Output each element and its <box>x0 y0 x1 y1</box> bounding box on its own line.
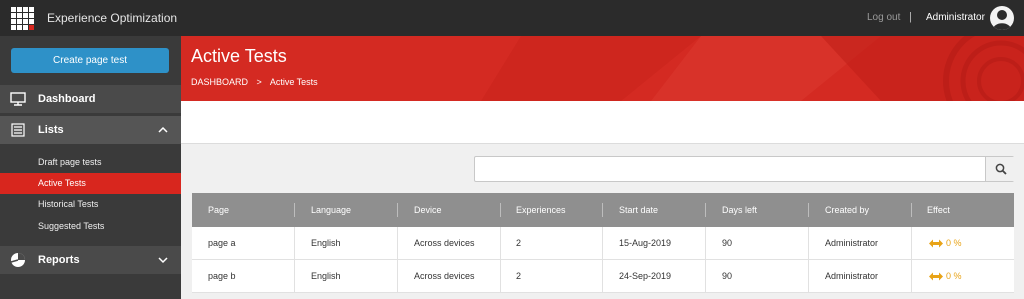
sidebar-item-historical-tests[interactable]: Historical Tests <box>0 194 181 215</box>
cell-divider <box>500 227 501 260</box>
chevron-down-icon[interactable] <box>158 255 168 265</box>
sidebar-item-draft-page-tests[interactable]: Draft page tests <box>0 152 181 173</box>
effect-value: 0 % <box>946 238 962 248</box>
cell-divider <box>500 260 501 293</box>
create-page-test-button[interactable]: Create page test <box>11 48 169 73</box>
reports-icon <box>10 253 25 267</box>
column-divider <box>911 203 912 217</box>
search-input[interactable] <box>475 157 985 181</box>
sidebar-item-lists[interactable]: Lists <box>0 116 181 144</box>
search-button[interactable] <box>985 157 1014 181</box>
column-header-effect[interactable]: Effect <box>927 193 950 227</box>
cell-divider <box>911 260 912 293</box>
table-row[interactable]: page b English Across devices 2 24-Sep-2… <box>192 260 1014 293</box>
page-title: Active Tests <box>191 46 287 66</box>
cell-divider <box>705 260 706 293</box>
cell-device: Across devices <box>414 238 475 248</box>
chevron-up-icon[interactable] <box>158 125 168 135</box>
cell-page[interactable]: page a <box>208 227 236 260</box>
sidebar-item-reports[interactable]: Reports <box>0 246 181 274</box>
dashboard-icon <box>10 92 26 106</box>
app-title: Experience Optimization <box>47 11 178 25</box>
column-header-page[interactable]: Page <box>208 193 229 227</box>
cell-created-by: Administrator <box>825 271 879 281</box>
banner-background-graphic <box>481 36 1024 101</box>
column-divider <box>500 203 501 217</box>
toolbar-area <box>181 101 1024 144</box>
topbar-separator: | <box>909 11 912 23</box>
column-divider <box>397 203 398 217</box>
cell-days-left: 90 <box>722 238 733 248</box>
effect-value: 0 % <box>946 271 962 281</box>
cell-divider <box>294 260 295 293</box>
breadcrumb-dashboard-link[interactable]: DASHBOARD <box>191 77 248 87</box>
cell-divider <box>397 227 398 260</box>
sidebar-item-dashboard[interactable]: Dashboard <box>0 85 181 113</box>
cell-experiences: 2 <box>516 271 522 281</box>
column-header-days-left[interactable]: Days left <box>722 193 757 227</box>
effect-neutral-arrows-icon <box>929 272 943 281</box>
cell-divider <box>808 227 809 260</box>
sidebar-item-suggested-tests[interactable]: Suggested Tests <box>0 216 181 237</box>
sidebar-item-label: Reports <box>38 254 80 266</box>
app-logo-icon[interactable] <box>11 7 34 30</box>
list-icon <box>11 123 25 137</box>
column-divider <box>808 203 809 217</box>
cell-language: English <box>311 271 341 281</box>
sidebar-item-active-tests[interactable]: Active Tests <box>0 173 181 194</box>
search-box <box>474 156 1014 182</box>
user-name[interactable]: Administrator <box>926 12 985 23</box>
breadcrumb-current: Active Tests <box>269 77 318 87</box>
cell-experiences: 2 <box>516 238 522 248</box>
cell-start-date: 24-Sep-2019 <box>619 271 672 281</box>
cell-language: English <box>311 238 341 248</box>
cell-page[interactable]: page b <box>208 260 236 293</box>
column-header-experiences[interactable]: Experiences <box>516 193 566 227</box>
cell-divider <box>294 227 295 260</box>
column-header-language[interactable]: Language <box>311 193 351 227</box>
cell-divider <box>397 260 398 293</box>
column-header-device[interactable]: Device <box>414 193 442 227</box>
table-row[interactable]: page a English Across devices 2 15-Aug-2… <box>192 227 1014 260</box>
sidebar: Create page test Dashboard Lists Draft p… <box>0 36 181 299</box>
cell-divider <box>705 227 706 260</box>
logout-link[interactable]: Log out <box>867 12 900 23</box>
sidebar-item-label: Dashboard <box>38 93 96 105</box>
cell-divider <box>602 227 603 260</box>
cell-divider <box>911 227 912 260</box>
cell-effect: 0 % <box>929 227 962 260</box>
sidebar-item-label: Lists <box>38 124 64 136</box>
search-icon <box>995 163 1007 175</box>
table-header: Page Language Device Experiences Start d… <box>192 193 1014 227</box>
cell-days-left: 90 <box>722 271 733 281</box>
breadcrumb-separator: > <box>256 77 262 87</box>
column-divider <box>294 203 295 217</box>
column-divider <box>602 203 603 217</box>
page-header-banner: Active Tests DASHBOARD > Active Tests <box>181 36 1024 101</box>
column-divider <box>705 203 706 217</box>
cell-divider <box>808 260 809 293</box>
column-header-start-date[interactable]: Start date <box>619 193 658 227</box>
cell-device: Across devices <box>414 271 475 281</box>
cell-effect: 0 % <box>929 260 962 293</box>
top-bar: Experience Optimization Log out | Admini… <box>0 0 1024 36</box>
breadcrumb: DASHBOARD > Active Tests <box>191 77 324 87</box>
user-avatar-icon[interactable] <box>990 6 1014 30</box>
cell-divider <box>602 260 603 293</box>
effect-neutral-arrows-icon <box>929 239 943 248</box>
cell-created-by: Administrator <box>825 238 879 248</box>
cell-start-date: 15-Aug-2019 <box>619 238 672 248</box>
column-header-created-by[interactable]: Created by <box>825 193 869 227</box>
